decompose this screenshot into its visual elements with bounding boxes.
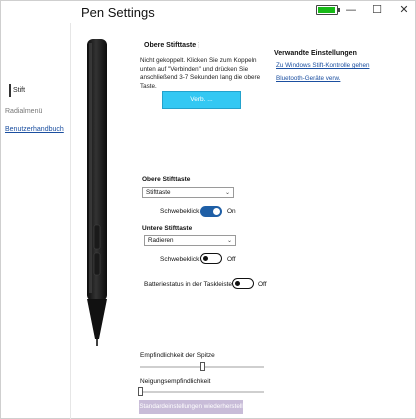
lower-hover-label: Schwebeklick [160, 256, 200, 263]
top-button-title: Obere Stifttaste [144, 42, 197, 49]
upper-button-label: Obere Stifttaste [142, 176, 191, 183]
sidebar: Stift Radialmenü Benutzerhandbuch [1, 23, 71, 419]
lower-hover-toggle[interactable] [200, 253, 222, 264]
upper-button-select[interactable]: Stifttaste ⌄ [142, 187, 234, 198]
lower-button-label: Untere Stifttaste [142, 225, 193, 232]
info-dots-icon: ⋮ [195, 41, 202, 49]
lower-button-select[interactable]: Radieren ⌄ [144, 235, 236, 246]
lower-button-select-value: Radieren [148, 237, 174, 244]
chevron-down-icon: ⌄ [226, 237, 232, 244]
upper-hover-state: On [227, 208, 236, 215]
battery-status-label: Batteriestatus in der Taskleiste [144, 281, 233, 288]
battery-level-fill [318, 7, 335, 13]
maximize-icon[interactable]: ☐ [370, 3, 384, 17]
battery-status-state: Off [258, 281, 267, 288]
battery-status-toggle[interactable] [232, 278, 254, 289]
battery-icon [316, 5, 340, 15]
tilt-sensitivity-track[interactable] [140, 391, 264, 393]
bluetooth-devices-link[interactable]: Bluetooth-Geräte verw. [276, 75, 340, 82]
windows-pen-settings-link[interactable]: Zu Windows Stift-Kontrolle gehen [276, 62, 369, 69]
sidebar-item-radialmenu[interactable]: Radialmenü [5, 108, 42, 115]
minimize-icon[interactable]: — [344, 3, 358, 17]
chevron-down-icon: ⌄ [224, 189, 230, 196]
close-icon[interactable]: ✕ [397, 3, 411, 17]
sidebar-item-stift[interactable]: Stift [8, 84, 25, 97]
tilt-sensitivity-thumb[interactable] [138, 387, 143, 396]
upper-hover-label: Schwebeklick [160, 208, 200, 215]
pen-settings-window: Pen Settings — ☐ ✕ Stift Radialmenü Benu… [0, 0, 416, 419]
lower-hover-state: Off [227, 256, 236, 263]
related-settings-title: Verwandte Einstellungen [274, 50, 357, 57]
window-title: Pen Settings [81, 5, 155, 20]
reset-defaults-button[interactable]: Standardeinstellungen wiederherstell [139, 400, 243, 414]
title-bar: Pen Settings — ☐ ✕ [1, 1, 416, 23]
tilt-sensitivity-label: Neigungsempfindlichkeit [140, 378, 211, 385]
pen-image [87, 39, 107, 346]
connect-button[interactable]: Verb. ... [162, 91, 241, 109]
upper-button-select-value: Stifttaste [146, 189, 171, 196]
pairing-description: Nicht gekoppelt. Klicken Sie zum Koppeln… [140, 57, 261, 90]
upper-hover-toggle[interactable] [200, 206, 222, 217]
sidebar-item-benutzerhandbuch[interactable]: Benutzerhandbuch [5, 126, 64, 133]
tip-sensitivity-label: Empfindlichkeit der Spitze [140, 352, 215, 359]
tip-sensitivity-thumb[interactable] [200, 362, 205, 371]
battery-nub [338, 8, 340, 12]
